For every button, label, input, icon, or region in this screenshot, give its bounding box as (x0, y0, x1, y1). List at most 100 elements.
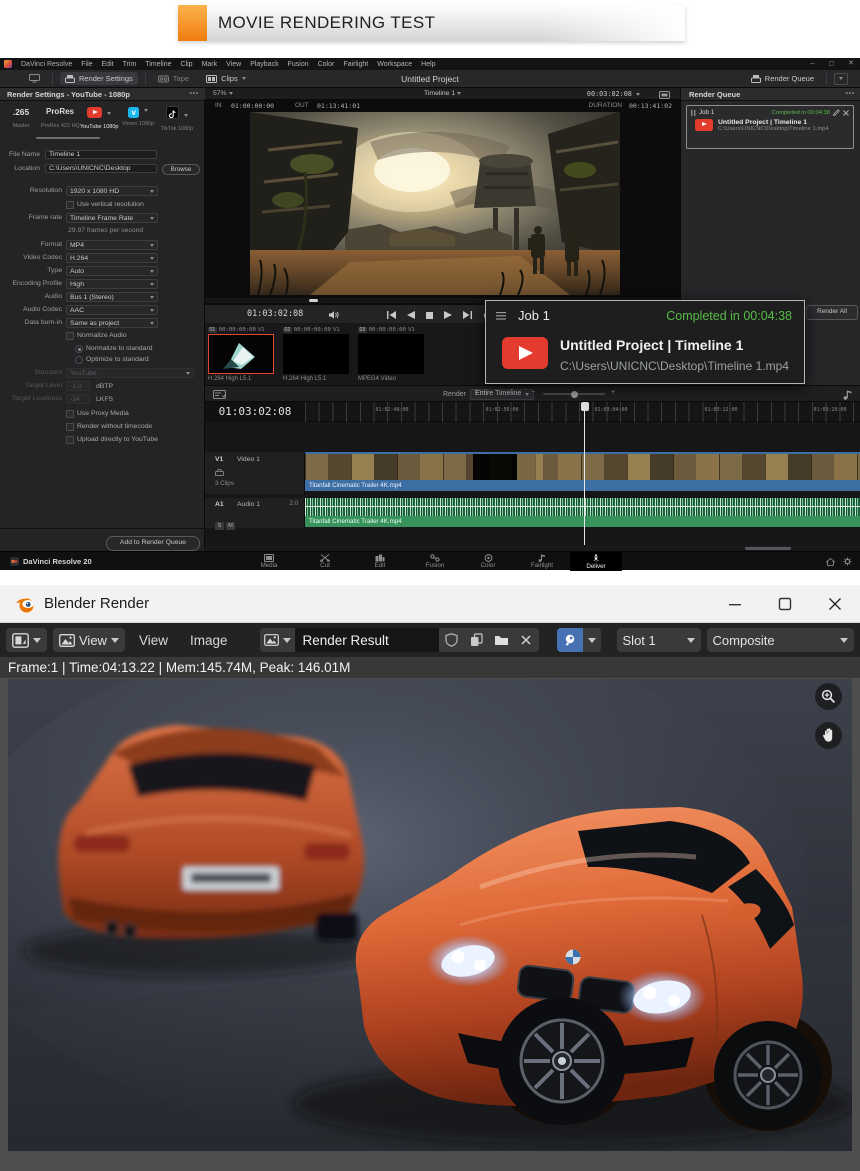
pan-hand-button[interactable] (815, 722, 842, 749)
use-proxy-checkbox[interactable] (66, 410, 74, 418)
type-select[interactable]: Auto (66, 266, 158, 276)
image-name-field[interactable]: Render Result (295, 628, 439, 652)
drag-handle-icon[interactable] (691, 110, 696, 116)
mute-button[interactable]: M (226, 522, 235, 530)
close-button[interactable] (810, 585, 860, 623)
duplicate-image-button[interactable] (464, 628, 489, 652)
scrollbar-handle[interactable] (745, 547, 791, 550)
resolution-select[interactable]: 1920 x 1080 HD (66, 186, 158, 196)
zoom-out-button[interactable]: − (531, 389, 535, 396)
data-burn-in-select[interactable]: Same as project (66, 318, 158, 328)
solo-button[interactable]: S (215, 522, 224, 530)
stop-icon[interactable] (426, 312, 433, 319)
render-all-button[interactable]: Render All (806, 305, 858, 320)
zoom-in-button[interactable]: + (611, 389, 615, 396)
preset-youtube[interactable]: YouTube 1080p (80, 102, 118, 130)
scrub-handle[interactable] (309, 299, 318, 302)
page-edit[interactable]: Edit (354, 552, 406, 571)
menu-fairlight[interactable]: Fairlight (343, 61, 368, 68)
page-cut[interactable]: Cut (299, 552, 351, 571)
browse-button[interactable]: Browse (162, 164, 200, 175)
page-fusion[interactable]: Fusion (409, 552, 461, 571)
frame-rate-select[interactable]: Timeline Frame Rate (66, 213, 158, 223)
play-reverse-icon[interactable] (407, 311, 415, 319)
render-without-timecode-checkbox[interactable] (66, 423, 74, 431)
page-fairlight[interactable]: Fairlight (516, 552, 568, 571)
lock-icon[interactable] (215, 469, 224, 476)
display-mode-dropdown[interactable]: View (53, 628, 125, 652)
unlink-image-button[interactable] (514, 628, 539, 652)
preset-h265-master[interactable]: .265 Master (2, 102, 40, 129)
timeline-options-icon[interactable] (213, 390, 226, 399)
encoding-profile-select[interactable]: High (66, 279, 158, 289)
target-level-value[interactable]: -1.0 (66, 381, 90, 391)
audio-clip[interactable]: Titanfall Cinematic Trailer 4K.mp4 (305, 498, 860, 527)
clip-card-2[interactable]: 0200:00:00:00V1 H.264 High L5.1 (283, 325, 353, 382)
add-to-render-queue-button[interactable]: Add to Render Queue (106, 536, 200, 551)
vertical-resolution-checkbox[interactable] (66, 201, 74, 209)
audio-select[interactable]: Bus 1 (Stereo) (66, 292, 158, 302)
minimize-button[interactable] (710, 585, 760, 623)
image-pin-toggle[interactable] (557, 628, 583, 652)
timeline-ruler[interactable]: 01:03:02:08 01:02:48:00 01:02:56:00 01:0… (205, 402, 860, 422)
audio-codec-select[interactable]: AAC (66, 305, 158, 315)
clip-card-1[interactable]: 0100:00:00:00V1 H.264 High L5.1 (208, 325, 278, 382)
menu-clip[interactable]: Clip (181, 61, 193, 68)
zoom-slider-handle[interactable] (571, 391, 578, 398)
slot-select[interactable]: Slot 1 (617, 628, 701, 652)
close-icon[interactable]: ✕ (848, 60, 854, 68)
output-icon[interactable] (659, 91, 670, 99)
menu-file[interactable]: File (81, 61, 92, 68)
location-input[interactable] (45, 164, 157, 173)
home-icon[interactable] (826, 558, 835, 566)
panel-toggle-button[interactable] (834, 73, 848, 85)
render-pass-select[interactable]: Composite (707, 628, 854, 652)
page-media[interactable]: Media (243, 552, 295, 571)
target-loudness-value[interactable]: -14 (66, 394, 90, 404)
minimize-icon[interactable]: – (811, 60, 815, 68)
fake-user-button[interactable] (439, 628, 464, 652)
menu-fusion[interactable]: Fusion (288, 61, 309, 68)
page-color[interactable]: Color (462, 552, 514, 571)
clip-card-3[interactable]: 0300:00:00:00V1 MPEG4 Video (358, 325, 428, 382)
audio-mixer-icon[interactable] (843, 390, 852, 400)
audio-track-header[interactable]: A1 Audio 1 2.0 SM (205, 498, 305, 528)
optimize-standard-radio[interactable] (75, 356, 83, 364)
normalize-standard-radio[interactable] (75, 345, 83, 353)
open-image-button[interactable] (489, 628, 514, 652)
zoom-tool-button[interactable] (815, 683, 842, 710)
video-track-header[interactable]: V1 Video 1 3 Clips (205, 452, 305, 494)
render-queue-button[interactable]: Render Queue (746, 72, 819, 85)
go-to-end-icon[interactable] (463, 311, 472, 319)
page-deliver[interactable]: Deliver (570, 552, 622, 571)
menu-davinci-resolve[interactable]: DaVinci Resolve (21, 61, 72, 68)
view-menu[interactable]: View (131, 633, 176, 648)
remove-job-icon[interactable] (843, 110, 849, 116)
play-icon[interactable] (444, 311, 452, 319)
timeline-playhead[interactable] (584, 402, 585, 545)
menu-edit[interactable]: Edit (102, 61, 114, 68)
menu-help[interactable]: Help (421, 61, 435, 68)
upload-youtube-checkbox[interactable] (66, 436, 74, 444)
pin-options-dropdown[interactable] (583, 628, 601, 652)
queue-menu-dots[interactable]: ••• (846, 88, 855, 101)
menu-trim[interactable]: Trim (123, 61, 137, 68)
preset-prores[interactable]: ProRes ProRes 422 HQ (41, 102, 79, 129)
go-to-start-icon[interactable] (387, 311, 396, 319)
video-codec-select[interactable]: H.264 (66, 253, 158, 263)
menu-timeline[interactable]: Timeline (145, 61, 171, 68)
preset-tiktok[interactable]: TikTok 1080p (158, 102, 196, 132)
editor-type-dropdown[interactable] (6, 628, 47, 652)
panel-menu-dots[interactable]: ••• (190, 88, 199, 101)
menu-view[interactable]: View (226, 61, 241, 68)
preset-scrollbar[interactable] (36, 137, 100, 139)
menu-mark[interactable]: Mark (202, 61, 218, 68)
maximize-icon[interactable]: ▢ (828, 60, 834, 68)
normalize-audio-checkbox[interactable] (66, 332, 74, 340)
menu-workspace[interactable]: Workspace (377, 61, 412, 68)
format-select[interactable]: MP4 (66, 240, 158, 250)
image-menu[interactable]: Image (182, 633, 236, 648)
render-range-select[interactable]: Entire Timeline (470, 389, 534, 400)
menu-icon[interactable] (496, 312, 506, 320)
gear-icon[interactable] (843, 557, 852, 566)
